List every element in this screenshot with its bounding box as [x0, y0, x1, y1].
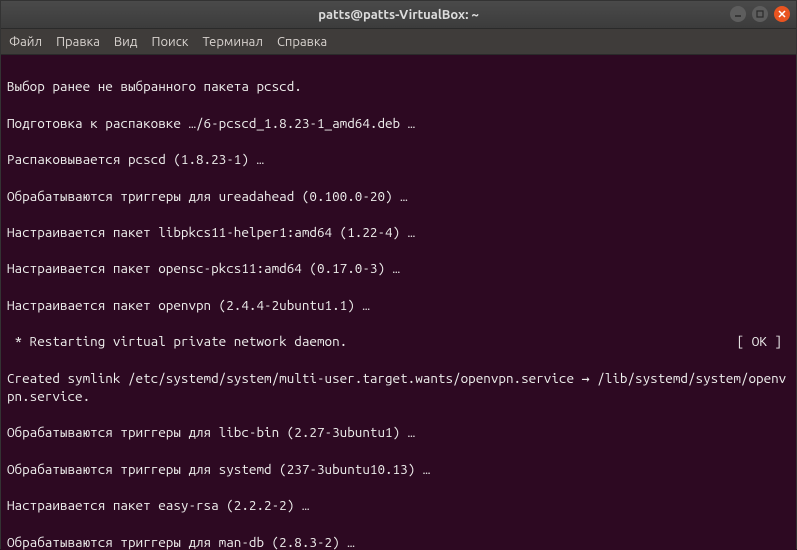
maximize-button[interactable]	[752, 6, 768, 22]
output-line: Обрабатываются триггеры для man-db (2.8.…	[7, 533, 790, 550]
output-line: * Restarting virtual private network dae…	[7, 332, 790, 350]
output-line: Настраивается пакет easy-rsa (2.2.2-2) …	[7, 496, 790, 514]
menu-terminal[interactable]: Терминал	[202, 35, 262, 49]
menu-view[interactable]: Вид	[114, 35, 138, 49]
menu-help[interactable]: Справка	[277, 35, 327, 49]
output-line: Created symlink /etc/systemd/system/mult…	[7, 369, 790, 405]
status-ok: [ OK ]	[737, 332, 790, 350]
minimize-button[interactable]	[730, 6, 746, 22]
close-button[interactable]	[774, 6, 790, 22]
menubar: Файл Правка Вид Поиск Терминал Справка	[1, 29, 796, 55]
output-line: Обрабатываются триггеры для systemd (237…	[7, 460, 790, 478]
output-line: Выбор ранее не выбранного пакета pcscd.	[7, 77, 790, 95]
window-controls	[730, 6, 790, 22]
output-line: Настраивается пакет opensc-pkcs11:amd64 …	[7, 259, 790, 277]
output-line: Обрабатываются триггеры для libc-bin (2.…	[7, 423, 790, 441]
window-title: patts@patts-VirtualBox: ~	[318, 8, 479, 22]
terminal-output[interactable]: Выбор ранее не выбранного пакета pcscd. …	[1, 55, 796, 550]
menu-file[interactable]: Файл	[9, 35, 42, 49]
menu-search[interactable]: Поиск	[151, 35, 188, 49]
output-line: Обрабатываются триггеры для ureadahead (…	[7, 187, 790, 205]
output-line: Настраивается пакет openvpn (2.4.4-2ubun…	[7, 296, 790, 314]
output-line: Распаковывается pcscd (1.8.23-1) …	[7, 150, 790, 168]
menu-edit[interactable]: Правка	[56, 35, 100, 49]
window-titlebar: patts@patts-VirtualBox: ~	[1, 1, 796, 29]
output-line: Подготовка к распаковке …/6-pcscd_1.8.23…	[7, 114, 790, 132]
output-line: Настраивается пакет libpkcs11-helper1:am…	[7, 223, 790, 241]
